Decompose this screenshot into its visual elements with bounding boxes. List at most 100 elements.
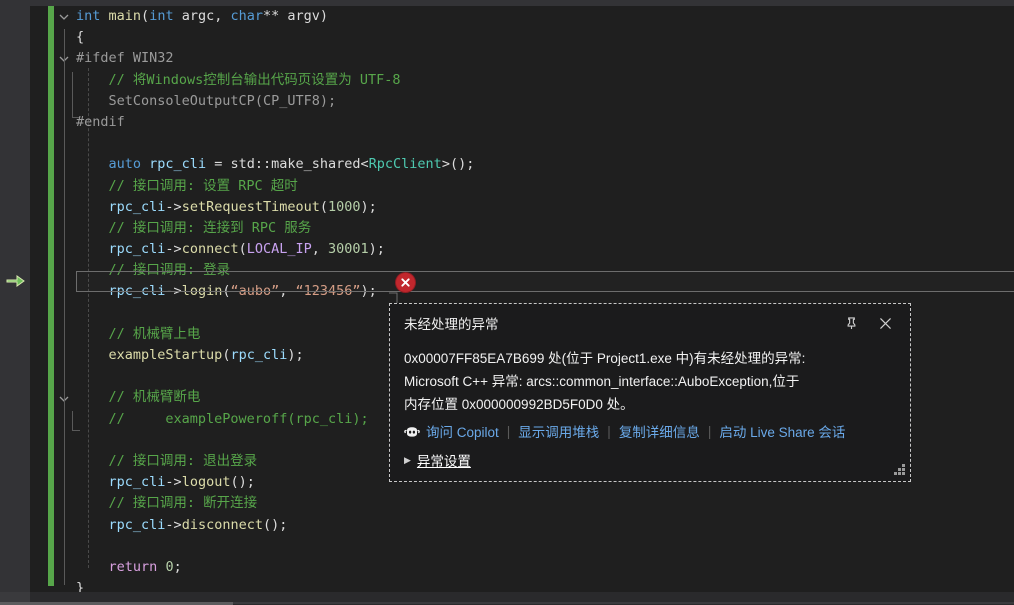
code-token: ( <box>319 198 328 215</box>
code-line[interactable]: // 接口调用: 断开连接 <box>76 493 1014 514</box>
code-token: exampleStartup <box>108 347 223 363</box>
code-token: < <box>360 156 369 173</box>
chevron-right-icon: ▶ <box>404 454 411 465</box>
link-separator: | <box>506 423 511 439</box>
dialog-title: 未经处理的异常 <box>404 317 499 332</box>
code-token: 30001 <box>328 241 369 258</box>
exception-dialog[interactable]: 未经处理的异常 0x00007FF85EA7B699 处(位于 Project1… <box>389 303 911 482</box>
fold-chevron-down-icon[interactable] <box>58 11 70 26</box>
exception-settings-expander[interactable]: ▶ 异常设置 <box>404 450 471 470</box>
code-token: logout <box>181 474 231 491</box>
code-token: // 接口调用: 断开连接 <box>76 495 258 512</box>
code-token: ( <box>141 8 150 24</box>
execution-pointer-icon <box>6 272 26 288</box>
resize-grip-icon[interactable] <box>892 463 906 477</box>
code-token: char <box>230 8 263 24</box>
code-token: , <box>311 241 329 258</box>
code-token: ); <box>368 241 385 258</box>
code-line[interactable]: #ifdef WIN32 <box>76 48 1014 69</box>
code-token: LOCAL_IP <box>246 241 312 258</box>
copy-details-link[interactable]: 复制详细信息 <box>619 421 700 441</box>
code-token: main <box>108 8 142 24</box>
code-token: (); <box>230 474 255 491</box>
dialog-message-line: 0x00007FF85EA7B699 处(位于 Project1.exe 中)有… <box>404 351 806 366</box>
pin-icon[interactable] <box>840 312 862 334</box>
breakpoint-gutter[interactable] <box>30 6 48 592</box>
show-call-stack-link[interactable]: 显示调用堆栈 <box>518 421 599 441</box>
code-token: rpc_cli <box>230 347 288 363</box>
code-line[interactable]: rpc_cli->disconnect(); <box>76 515 1014 536</box>
code-token: CP_UTF8 <box>262 92 320 109</box>
code-token: #ifdef WIN32 <box>76 50 174 67</box>
code-token: // examplePoweroff(rpc_cli); <box>76 410 369 427</box>
code-line[interactable]: { <box>76 27 1014 48</box>
dialog-message: 0x00007FF85EA7B699 处(位于 Project1.exe 中)有… <box>404 347 898 416</box>
fold-guide-line <box>72 410 73 431</box>
scrollbar-track[interactable] <box>233 602 1014 604</box>
error-x-icon[interactable] <box>396 273 415 292</box>
horizontal-scrollbar[interactable] <box>0 592 1014 605</box>
code-line[interactable]: rpc_cli->connect(LOCAL_IP, 30001); <box>76 239 1014 260</box>
code-token: #endif <box>76 113 125 130</box>
code-token: ; <box>173 558 182 575</box>
copilot-icon <box>404 424 420 440</box>
code-token: >(); <box>441 156 475 173</box>
code-line[interactable]: #endif <box>76 112 1014 133</box>
code-token: SetConsoleOutputCP <box>108 92 255 109</box>
code-line[interactable]: SetConsoleOutputCP(CP_UTF8); <box>76 91 1014 112</box>
ask-copilot-label: 询问 Copilot <box>426 425 499 440</box>
exception-settings-label: 异常设置 <box>416 454 471 469</box>
code-line[interactable] <box>76 536 1014 557</box>
start-live-share-link[interactable]: 启动 Live Share 会话 <box>719 421 845 441</box>
code-line[interactable]: return 0; <box>76 557 1014 578</box>
code-line[interactable]: // 接口调用: 连接到 RPC 服务 <box>76 218 1014 239</box>
code-token: int <box>149 8 174 24</box>
dialog-message-line: 内存位置 0x000000992BD5F0D0 处。 <box>404 397 634 412</box>
code-line[interactable]: int main(int argc, char** argv) <box>76 6 1014 27</box>
code-line[interactable]: auto rpc_cli = std::make_shared<RpcClien… <box>76 154 1014 175</box>
current-statement-box <box>76 271 406 292</box>
code-token: rpc_cli <box>108 474 166 491</box>
code-line[interactable] <box>76 133 1014 154</box>
code-token: RpcClient <box>368 156 442 173</box>
code-token: ( <box>254 92 263 109</box>
close-icon[interactable] <box>874 312 896 334</box>
code-token: rpc_cli <box>108 241 166 258</box>
code-token: setRequestTimeout <box>181 198 320 215</box>
code-token: argc, <box>173 8 231 24</box>
code-line[interactable]: // 将Windows控制台输出代码页设置为 UTF-8 <box>76 70 1014 91</box>
code-token: rpc_cli <box>149 156 207 173</box>
code-token: int <box>76 8 101 24</box>
code-line[interactable]: // 接口调用: 设置 RPC 超时 <box>76 176 1014 197</box>
code-token: rpc_cli <box>108 198 166 215</box>
code-token: disconnect <box>181 516 263 533</box>
code-token: make_shared <box>271 156 361 173</box>
code-token: (); <box>262 516 288 533</box>
code-token: // 将Windows控制台输出代码页设置为 UTF-8 <box>76 71 401 88</box>
editor-left-margin <box>0 0 30 592</box>
dialog-action-links: 询问 Copilot | 显示调用堆栈 | 复制详细信息 | 启动 Live S… <box>404 421 845 441</box>
code-editor[interactable]: int main(int argc, char** argv){#ifdef W… <box>0 0 1014 596</box>
code-token: ); <box>360 198 377 215</box>
code-token: 0 <box>165 558 174 575</box>
code-token: ** argv) <box>263 8 329 24</box>
code-token: -> <box>165 241 182 258</box>
dialog-message-line: Microsoft C++ 异常: arcs::common_interface… <box>404 374 800 389</box>
code-token: -> <box>165 198 182 215</box>
code-token: ); <box>319 92 337 109</box>
ask-copilot-link[interactable]: 询问 Copilot <box>404 421 499 441</box>
code-token: = std:: <box>206 156 272 173</box>
code-line[interactable]: rpc_cli->setRequestTimeout(1000); <box>76 197 1014 218</box>
code-token: // 机械臂上电 <box>76 325 201 342</box>
dialog-titlebar: 未经处理的异常 <box>390 304 910 340</box>
code-token: // 接口调用: 设置 RPC 超时 <box>76 177 298 194</box>
code-token: ); <box>287 347 304 363</box>
link-separator: | <box>707 423 712 439</box>
